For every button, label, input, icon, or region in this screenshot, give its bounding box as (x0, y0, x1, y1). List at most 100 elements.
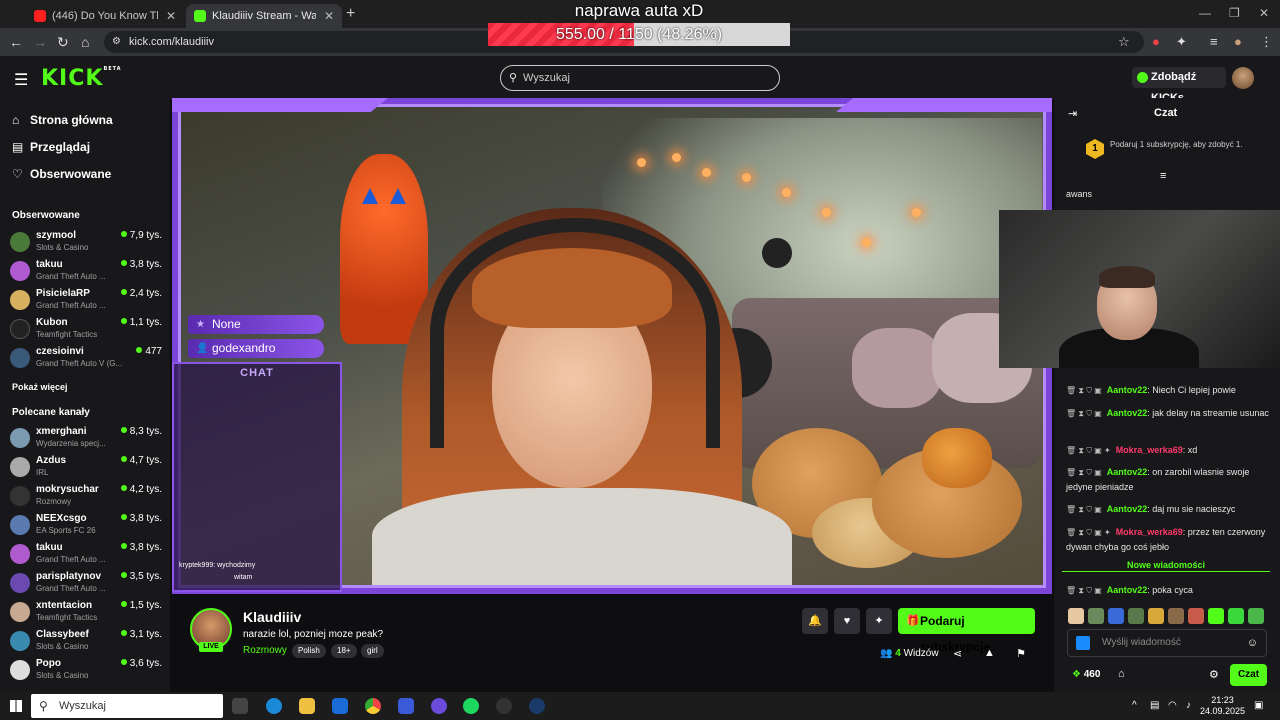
volume-icon[interactable]: ♪ (1186, 700, 1191, 711)
search-input[interactable]: ⚲ Wyszukaj (500, 65, 780, 91)
stream-category-link[interactable]: Rozmowy (243, 645, 287, 656)
profile-icon[interactable]: ● (1234, 34, 1242, 49)
bookmark-star-icon[interactable]: ☆ (1118, 34, 1130, 50)
emote-icon[interactable] (1148, 608, 1164, 624)
recommended-channel[interactable]: Classybeef Slots & Casino 3,1 tys. (10, 629, 162, 657)
chat-username[interactable]: Aantov22 (1107, 408, 1148, 418)
menu-icon[interactable]: ☰ (14, 70, 28, 90)
chat-username[interactable]: Mokra_werka69 (1116, 445, 1183, 455)
emote-icon[interactable] (1208, 608, 1224, 624)
emote-icon[interactable] (1088, 608, 1104, 624)
chat-username[interactable]: Aantov22 (1107, 467, 1148, 477)
chat-send-button[interactable]: Czat (1230, 664, 1267, 686)
spotify-icon[interactable] (463, 698, 479, 714)
home-browser-icon[interactable]: ⌂ (81, 34, 89, 50)
report-icon[interactable]: ▲ (984, 647, 995, 659)
app-icon[interactable] (398, 698, 414, 714)
emote-icon[interactable] (1168, 608, 1184, 624)
recommended-channel[interactable]: Popo Slots & Casino 3,6 tys. (10, 658, 162, 686)
forward-icon[interactable]: → (33, 34, 47, 50)
stream-tag[interactable]: girl (361, 644, 384, 658)
taskbar-search[interactable]: ⚲ Wyszukaj (31, 694, 223, 718)
get-kicks-button[interactable]: Zdobądź KICKs (1132, 67, 1226, 104)
emoji-picker-icon[interactable]: ☺ (1247, 630, 1258, 656)
new-messages-divider[interactable]: Nowe wiadomości (1062, 560, 1270, 572)
recommended-channel[interactable]: NEEXcsgo EA Sports FC 26 3,8 tys. (10, 513, 162, 541)
new-tab-icon[interactable]: + (346, 5, 355, 23)
nav-following[interactable]: ♡ Obserwowane (12, 167, 111, 181)
emote-icon[interactable] (1068, 608, 1084, 624)
emote-icon[interactable] (1228, 608, 1244, 624)
chrome-icon[interactable] (365, 698, 381, 714)
followed-channel[interactable]: szymool Slots & Casino 7,9 tys. (10, 230, 162, 258)
extension-icon[interactable]: ● (1152, 34, 1160, 49)
followed-channel[interactable]: Kubon Teamfight Tactics 1,1 tys. (10, 317, 162, 345)
gift-subscription-button[interactable]: 🎁 Podaruj subskrypcje (898, 608, 1035, 654)
chat-username[interactable]: Aantov22 (1107, 585, 1148, 595)
pinned-gift-message[interactable]: 1 Podaruj 1 subskrypcję, aby zdobyć 1. (1084, 139, 1254, 159)
browser-tab-kick[interactable]: Klaudiiiv Stream - Watch Live o ✕ (186, 4, 342, 28)
chat-settings-icon[interactable]: ⚙ (1209, 668, 1219, 681)
media-icon[interactable]: ≡ (1210, 34, 1218, 49)
file-explorer-icon[interactable] (299, 698, 315, 714)
user-add-icon[interactable]: ⚑ (1016, 647, 1026, 660)
close-window-icon[interactable]: ✕ (1259, 6, 1269, 20)
tray-chevron-icon[interactable]: ^ (1132, 700, 1137, 711)
site-info-icon[interactable]: ⚙ (112, 31, 121, 53)
network-icon[interactable]: ▤ (1150, 700, 1159, 711)
back-icon[interactable]: ← (9, 34, 23, 50)
browser-tab-youtube[interactable]: (446) Do You Know This Amazi ✕ (26, 4, 184, 28)
chat-username[interactable]: Aantov22 (1107, 504, 1148, 514)
recommended-channel[interactable]: mokrysuchar Rozmowy 4,2 tys. (10, 484, 162, 512)
recommended-channel[interactable]: takuu Grand Theft Auto ... 3,8 tys. (10, 542, 162, 570)
steam-icon[interactable] (529, 698, 545, 714)
followed-channel[interactable]: PisicielaRP Grand Theft Auto ... 2,4 tys. (10, 288, 162, 316)
stream-tag[interactable]: Polish (292, 644, 326, 658)
recommended-channel[interactable]: xntentacion Teamfight Tactics 1,5 tys. (10, 600, 162, 628)
windows-start-icon[interactable] (10, 700, 22, 712)
recommended-channel[interactable]: Azdus IRL 4,7 tys. (10, 455, 162, 483)
maximize-icon[interactable]: ❐ (1229, 6, 1240, 20)
followed-channel[interactable]: czesioinvi Grand Theft Auto V (G... 477 (10, 346, 162, 374)
app-icon[interactable] (496, 698, 512, 714)
close-tab-icon[interactable]: ✕ (324, 9, 334, 23)
emote-icon[interactable] (1128, 608, 1144, 624)
show-more-link[interactable]: Pokaż więcej (12, 382, 68, 392)
reload-icon[interactable]: ↻ (57, 34, 69, 51)
nav-home[interactable]: ⌂ Strona główna (12, 113, 113, 127)
recommended-channel[interactable]: xmerghani Wydarzenia specj... 8,3 tys. (10, 426, 162, 454)
chat-username[interactable]: Aantov22 (1107, 385, 1148, 395)
streamer-name[interactable]: Klaudiiiv (243, 609, 301, 625)
emote-icon[interactable] (1248, 608, 1264, 624)
store-icon[interactable]: ⌂ (1118, 668, 1125, 680)
browser-menu-icon[interactable]: ⋮ (1260, 34, 1273, 50)
task-view-icon[interactable] (232, 698, 248, 714)
close-tab-icon[interactable]: ✕ (166, 9, 176, 23)
kick-logo[interactable]: KICKBETA (41, 66, 122, 91)
stream-tag[interactable]: 18+ (331, 644, 357, 658)
minimize-icon[interactable]: — (1199, 6, 1211, 20)
follow-button[interactable]: ♥ (834, 608, 860, 634)
outlook-icon[interactable] (332, 698, 348, 714)
user-avatar[interactable] (1232, 67, 1254, 89)
emote-icon[interactable] (1188, 608, 1204, 624)
notification-bell-button[interactable]: 🔔 (802, 608, 828, 634)
extensions-puzzle-icon[interactable]: ✦ (1176, 34, 1187, 50)
chat-message-input[interactable]: Wyślij wiadomość ☺ (1067, 629, 1267, 657)
recommended-channel[interactable]: parisplatynov Grand Theft Auto ... 3,5 tys… (10, 571, 162, 599)
taskbar-clock[interactable]: 21:23 24.09.2025 (1200, 695, 1245, 717)
chat-username[interactable]: Mokra_werka69 (1116, 527, 1183, 537)
notifications-icon[interactable]: ▣ (1254, 700, 1263, 711)
chat-identity-icon[interactable] (1076, 636, 1090, 650)
emote-icon[interactable] (1108, 608, 1124, 624)
share-icon[interactable]: ⋖ (953, 647, 962, 660)
channel-points[interactable]: ❖ 460 (1072, 669, 1100, 680)
edge-icon[interactable] (266, 698, 282, 714)
wifi-icon[interactable]: ◠ (1168, 700, 1177, 711)
video-player[interactable]: ★ None 👤 godexandro CHAT kryptek999: wycho… (172, 98, 1052, 594)
app-icon[interactable] (431, 698, 447, 714)
nav-browse[interactable]: ▤ Przeglądaj (12, 140, 90, 154)
collapse-chat-icon[interactable]: ⇥ (1068, 107, 1077, 120)
followed-channel[interactable]: takuu Grand Theft Auto ... 3,8 tys. (10, 259, 162, 287)
clip-button[interactable]: ✦ (866, 608, 892, 634)
